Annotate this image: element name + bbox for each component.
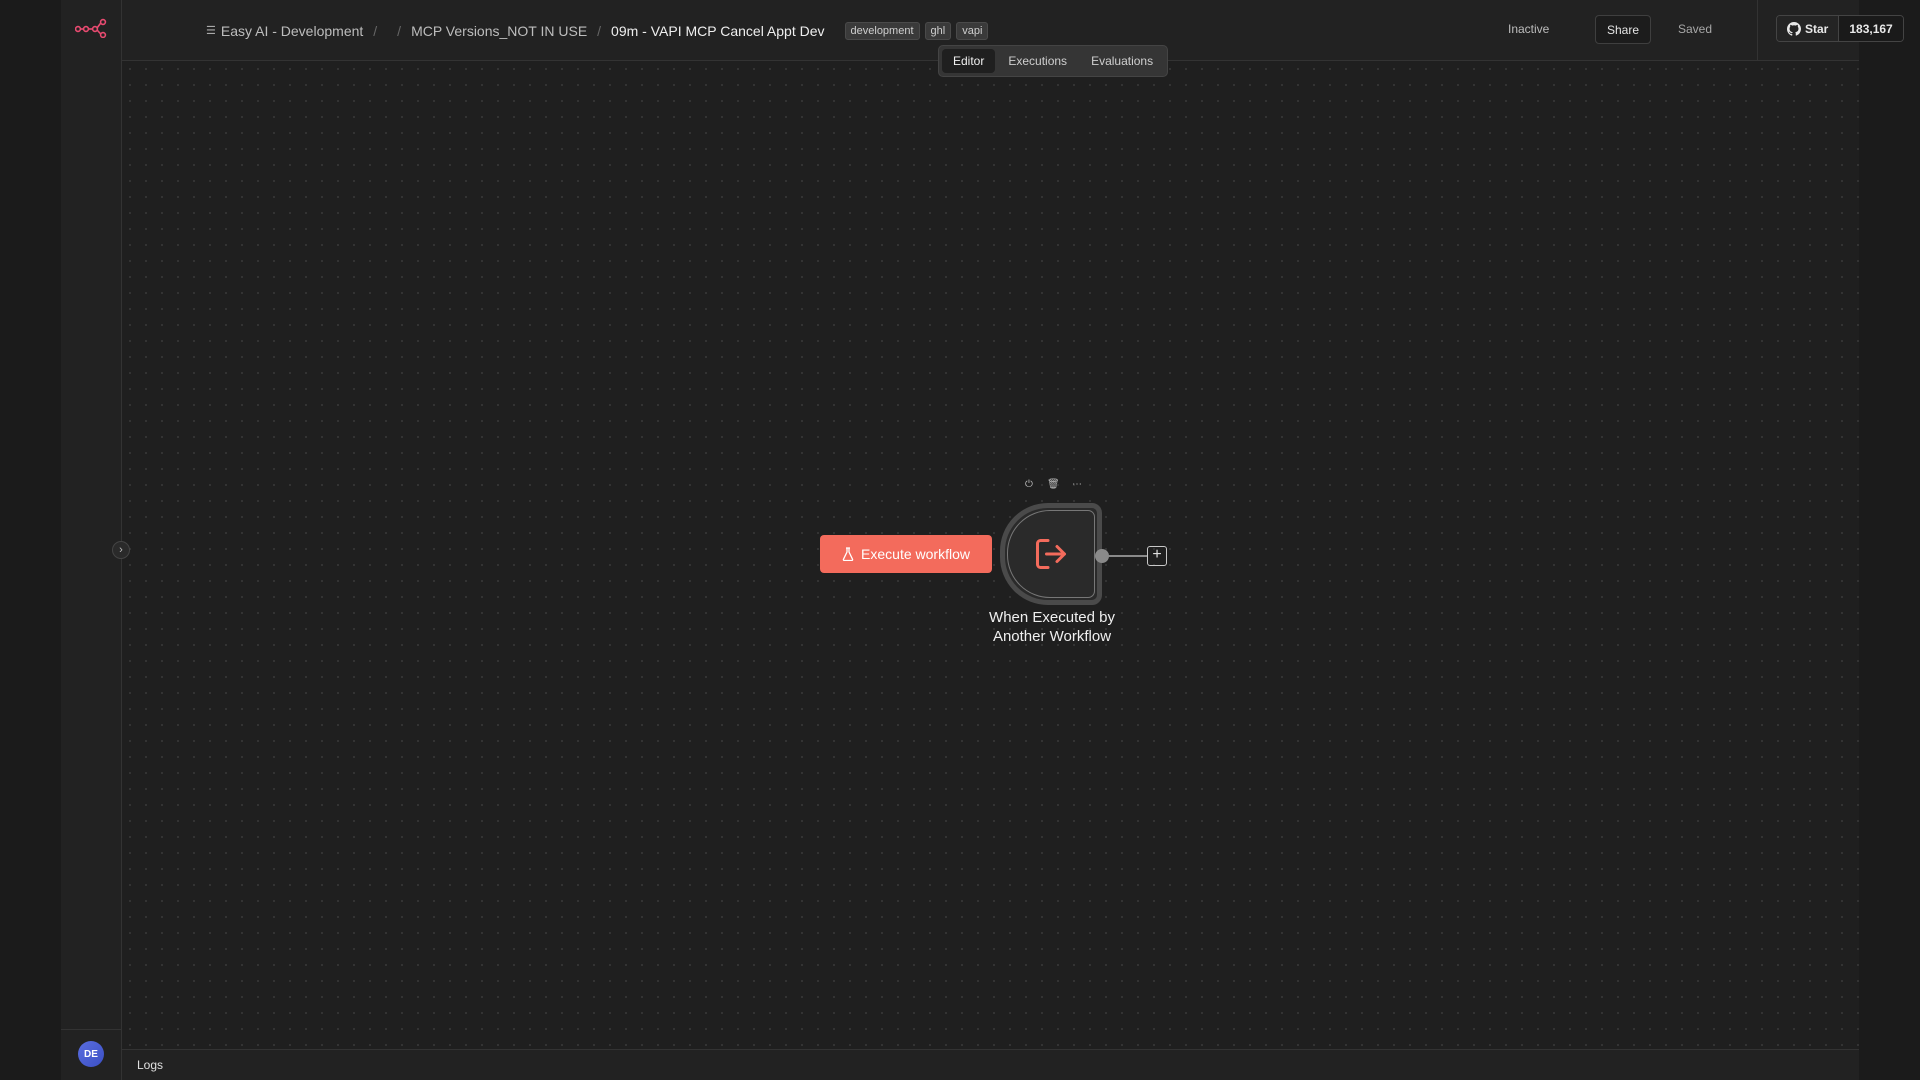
tag-vapi[interactable]: vapi: [956, 21, 989, 40]
logs-label: Logs: [137, 1058, 164, 1072]
workflow-title[interactable]: 09m - VAPI MCP Cancel Appt Dev: [611, 23, 824, 39]
header-divider: [1757, 0, 1758, 61]
breadcrumb-separator: /: [373, 22, 378, 39]
workflow-canvas[interactable]: Execute workflow ⏻ 🗑 ⋯ + When Executed b…: [122, 61, 1859, 1049]
workflow-tags[interactable]: development ghl vapi: [844, 21, 989, 40]
breadcrumb-project[interactable]: Easy AI - Development: [221, 23, 363, 39]
breadcrumb-separator: /: [397, 22, 402, 39]
github-star-button[interactable]: Star 183,167: [1776, 15, 1904, 42]
exit-arrow-icon: [1036, 539, 1066, 569]
share-button[interactable]: Share: [1595, 15, 1651, 44]
node-label-line-1: When Executed by: [989, 609, 1115, 626]
power-icon[interactable]: ⏻: [1023, 479, 1035, 490]
more-icon[interactable]: ⋯: [1071, 479, 1083, 490]
activation-status[interactable]: Inactive: [1508, 22, 1549, 36]
add-node-button[interactable]: +: [1147, 546, 1167, 566]
trigger-node[interactable]: [1000, 503, 1102, 605]
sidebar: DE: [61, 0, 122, 1080]
breadcrumb-folder[interactable]: MCP Versions_NOT IN USE: [411, 23, 587, 39]
node-toolbar: ⏻ 🗑 ⋯: [1023, 479, 1083, 490]
tab-executions[interactable]: Executions: [997, 49, 1078, 73]
sidebar-divider: [61, 1029, 122, 1030]
user-avatar[interactable]: DE: [78, 1041, 104, 1067]
trigger-node-label: When Executed by Another Workflow: [972, 608, 1132, 646]
logs-panel-toggle[interactable]: Logs: [122, 1049, 1859, 1080]
star-text: Star: [1805, 21, 1829, 36]
trash-icon[interactable]: 🗑: [1047, 479, 1060, 490]
outer-margin-right: [1859, 0, 1920, 1080]
outer-margin-left: [0, 0, 61, 1080]
node-label-line-2: Another Workflow: [992, 628, 1112, 645]
view-tabs: Editor Executions Evaluations: [938, 45, 1169, 77]
execute-workflow-button[interactable]: Execute workflow: [820, 535, 992, 573]
breadcrumb-separator: /: [597, 22, 602, 39]
tab-editor[interactable]: Editor: [942, 49, 996, 73]
breadcrumb: ☰ Easy AI - Development / / MCP Versions…: [206, 0, 989, 61]
app-window: DE › ☰ Easy AI - Development / / MCP Ver…: [61, 0, 1904, 1080]
n8n-logo-icon[interactable]: [75, 18, 107, 38]
sidebar-expand-chevron-icon[interactable]: ›: [112, 541, 130, 559]
tag-ghl[interactable]: ghl: [924, 21, 952, 40]
github-star-label[interactable]: Star: [1777, 16, 1840, 41]
tag-development[interactable]: development: [844, 21, 920, 40]
github-star-count: 183,167: [1839, 16, 1903, 41]
saved-status: Saved: [1678, 22, 1713, 36]
flask-icon: [842, 547, 854, 561]
layers-icon: ☰: [206, 25, 216, 37]
tab-evaluations[interactable]: Evaluations: [1080, 49, 1164, 73]
node-output-connector: [1107, 555, 1147, 557]
execute-workflow-label: Execute workflow: [861, 546, 970, 562]
github-icon: [1787, 21, 1801, 36]
